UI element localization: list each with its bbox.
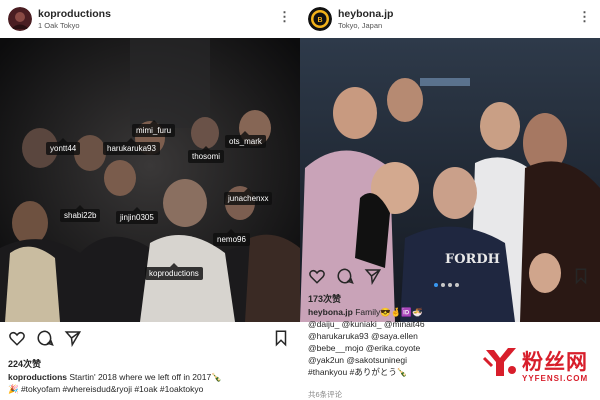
svg-text:B: B — [317, 17, 322, 24]
caption-text: Family😎🤞🆔🍜 — [352, 307, 423, 317]
caption-line: koproductions Startin' 2018 where we lef… — [8, 371, 294, 383]
comment-icon[interactable] — [336, 267, 354, 285]
user-tag[interactable]: shabi22b — [60, 205, 101, 222]
share-icon[interactable] — [64, 329, 82, 347]
more-icon[interactable]: ⋮ — [278, 9, 292, 25]
fensi-logo-icon — [482, 348, 516, 376]
more-icon[interactable]: ⋮ — [578, 9, 592, 25]
caption-username[interactable]: heybona.jp — [308, 307, 353, 317]
post-caption: koproductions Startin' 2018 where we lef… — [8, 371, 294, 395]
user-tag[interactable]: thosomi — [188, 146, 225, 163]
post-koproductions: koproductions 1 Oak Tokyo ⋮ mimi_furu yo… — [0, 0, 300, 400]
post-username[interactable]: koproductions — [38, 8, 111, 20]
bruins-logo-icon[interactable]: B — [308, 7, 332, 31]
bookmark-icon[interactable] — [572, 267, 590, 285]
carousel-indicator — [432, 274, 468, 287]
caption-hashtags[interactable]: 🎉 #tokyofam #whereisdud&ryoji #1oak #1oa… — [8, 383, 294, 395]
bookmark-icon[interactable] — [272, 329, 290, 347]
user-tag[interactable]: junachenxx — [224, 188, 273, 205]
caption-line: heybona.jp Family😎🤞🆔🍜 — [308, 306, 594, 318]
carousel-dot — [447, 283, 452, 287]
user-tag[interactable]: koproductions — [145, 263, 203, 280]
site-watermark: 粉丝网 YYFENSI.COM — [482, 340, 600, 400]
user-tag[interactable]: ots_mark — [225, 131, 266, 148]
action-bar — [0, 327, 300, 351]
post-location[interactable]: 1 Oak Tokyo — [38, 21, 80, 30]
user-tag[interactable]: jinjin0305 — [116, 207, 158, 224]
post-photo[interactable]: mimi_furu yontt44 harukaruka93 ots_mark … — [0, 38, 300, 322]
heart-icon[interactable] — [8, 329, 26, 347]
action-bar — [300, 265, 600, 289]
post-header: koproductions 1 Oak Tokyo ⋮ — [0, 0, 300, 38]
post-location[interactable]: Tokyo, Japan — [338, 21, 382, 30]
user-tag[interactable]: yontt44 — [46, 138, 81, 155]
avatar[interactable] — [8, 7, 32, 31]
view-comments-link[interactable]: 共6条评论 — [308, 389, 342, 400]
caption-text: Startin' 2018 where we left off in 2017🍾 — [67, 372, 222, 382]
heart-icon[interactable] — [308, 267, 326, 285]
carousel-dot — [433, 283, 438, 287]
watermark-url: YYFENSI.COM — [522, 374, 589, 383]
carousel-dot — [440, 283, 445, 287]
user-tag[interactable]: harukaruka93 — [103, 138, 160, 155]
caption-username[interactable]: koproductions — [8, 372, 67, 382]
watermark-text: 粉丝网 — [522, 350, 588, 374]
user-tag[interactable]: nemo96 — [213, 229, 250, 246]
likes-count[interactable]: 173次赞 — [308, 292, 341, 305]
caption-mentions[interactable]: @daiju_ @kuniaki_ @minait46 — [308, 318, 594, 330]
post-header: B heybona.jp Tokyo, Japan ⋮ — [300, 0, 600, 38]
likes-count[interactable]: 224次赞 — [8, 357, 41, 370]
post-username[interactable]: heybona.jp — [338, 8, 393, 20]
comment-icon[interactable] — [36, 329, 54, 347]
share-icon[interactable] — [364, 267, 382, 285]
user-tag[interactable]: mimi_furu — [132, 120, 176, 137]
carousel-dot — [454, 283, 459, 287]
